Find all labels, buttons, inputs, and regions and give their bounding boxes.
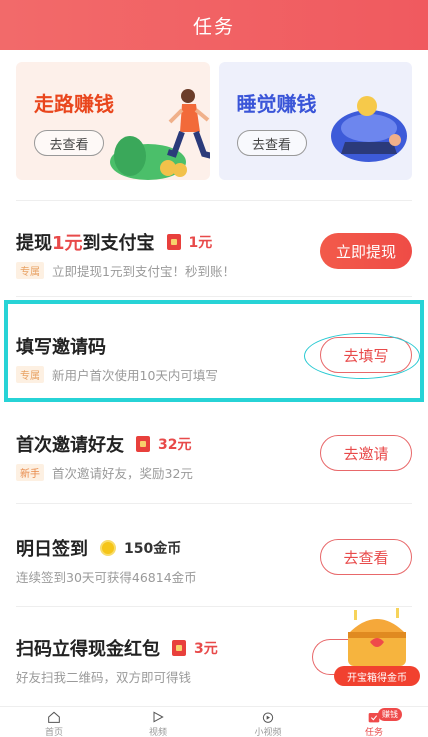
reward-amount: 3元 bbox=[194, 641, 218, 657]
tab-short-video[interactable]: 小视频 bbox=[228, 707, 308, 737]
task-name: 扫码立得现金红包 3元 bbox=[16, 635, 218, 661]
task-desc: 专属 立即提现1元到支付宝！秒到账！ bbox=[16, 261, 235, 280]
earn-cards: 走路赚钱 去查看 睡觉赚钱 去查看 bbox=[16, 62, 412, 180]
sleep-view-button[interactable]: 去查看 bbox=[236, 130, 307, 156]
tab-label: 任务 bbox=[364, 728, 383, 737]
tab-label: 首页 bbox=[44, 728, 63, 737]
chest-label: 开宝箱得金币 bbox=[334, 666, 420, 686]
task-desc-text: 立即提现1元到支付宝！秒到账！ bbox=[52, 264, 235, 279]
walk-earn-card[interactable]: 走路赚钱 去查看 bbox=[16, 62, 210, 180]
tab-task[interactable]: 任务 赚钱 bbox=[334, 707, 414, 737]
reward: 150金币 bbox=[100, 538, 181, 558]
reward: 1元 bbox=[166, 232, 213, 252]
highlight-oval bbox=[304, 333, 420, 379]
task-desc: 好友扫我二维码，双方即可得钱 bbox=[16, 667, 191, 686]
invite-button[interactable]: 去邀请 bbox=[320, 435, 412, 471]
play-icon bbox=[153, 711, 164, 723]
sleeper-illustration bbox=[330, 96, 407, 162]
coin-icon bbox=[100, 540, 116, 556]
task-name: 提现 1元 到支付宝 1元 bbox=[16, 229, 212, 255]
task-desc: 连续签到30天可获得46814金币 bbox=[16, 567, 197, 586]
divider bbox=[16, 200, 412, 201]
tab-video[interactable]: 视频 bbox=[118, 707, 198, 737]
task-name: 首次邀请好友 32元 bbox=[16, 431, 191, 457]
runner-illustration bbox=[110, 89, 210, 180]
task-name-text: 扫码立得现金红包 bbox=[16, 639, 160, 660]
divider bbox=[16, 296, 412, 297]
home-icon bbox=[48, 711, 60, 723]
task-desc-text: 首次邀请好友，奖励32元 bbox=[52, 466, 193, 481]
divider bbox=[16, 503, 412, 504]
red-packet-icon bbox=[166, 234, 181, 250]
sleep-earn-title: 睡觉赚钱 bbox=[236, 92, 317, 116]
withdraw-now-button[interactable]: 立即提现 bbox=[320, 233, 412, 269]
task-desc: 新手 首次邀请好友，奖励32元 bbox=[16, 463, 193, 482]
reward-amount: 1元 bbox=[188, 235, 213, 251]
tab-label: 视频 bbox=[148, 728, 167, 737]
newbie-tag: 新手 bbox=[16, 464, 44, 481]
reward-amount: 32元 bbox=[158, 437, 192, 453]
reward: 32元 bbox=[136, 434, 191, 454]
exclusive-tag: 专属 bbox=[16, 262, 44, 279]
reward: 3元 bbox=[172, 638, 218, 658]
task-desc-text: 连续签到30天可获得46814金币 bbox=[16, 570, 197, 585]
task-name-text: 明日签到 bbox=[16, 539, 88, 560]
task-withdraw: 提现 1元 到支付宝 1元 专属 立即提现1元到支付宝！秒到账！ 立即提现 bbox=[16, 229, 412, 279]
task-name: 明日签到 150金币 bbox=[16, 535, 181, 561]
task-checkin: 明日签到 150金币 连续签到30天可获得46814金币 去查看 bbox=[16, 535, 412, 585]
checkin-view-button[interactable]: 去查看 bbox=[320, 539, 412, 575]
page-title: 任务 bbox=[192, 15, 235, 38]
walk-earn-title: 走路赚钱 bbox=[34, 92, 114, 116]
red-packet-icon bbox=[136, 436, 150, 452]
reward-amount: 150金币 bbox=[124, 541, 182, 557]
bottom-tab-bar: 首页 视频 小视频 任务 赚钱 bbox=[0, 706, 428, 737]
earn-badge: 赚钱 bbox=[378, 708, 402, 721]
task-name-amount: 1元 bbox=[52, 233, 83, 254]
treasure-chest-button[interactable]: 开宝箱得金币 bbox=[334, 604, 420, 686]
task-first-invite: 首次邀请好友 32元 新手 首次邀请好友，奖励32元 去邀请 bbox=[16, 431, 412, 481]
short-video-icon bbox=[262, 712, 274, 723]
task-name-text: 首次邀请好友 bbox=[16, 435, 124, 456]
walk-view-button[interactable]: 去查看 bbox=[34, 130, 104, 156]
sleep-earn-card[interactable]: 睡觉赚钱 去查看 bbox=[218, 62, 412, 180]
tab-label: 小视频 bbox=[254, 728, 282, 737]
tab-home[interactable]: 首页 bbox=[14, 707, 94, 737]
task-name-part: 到支付宝 bbox=[82, 233, 155, 254]
task-desc-text: 好友扫我二维码，双方即可得钱 bbox=[16, 670, 192, 685]
top-bar: 任务 bbox=[0, 0, 428, 50]
task-name-part: 提现 bbox=[16, 233, 52, 254]
red-packet-icon bbox=[172, 640, 186, 656]
